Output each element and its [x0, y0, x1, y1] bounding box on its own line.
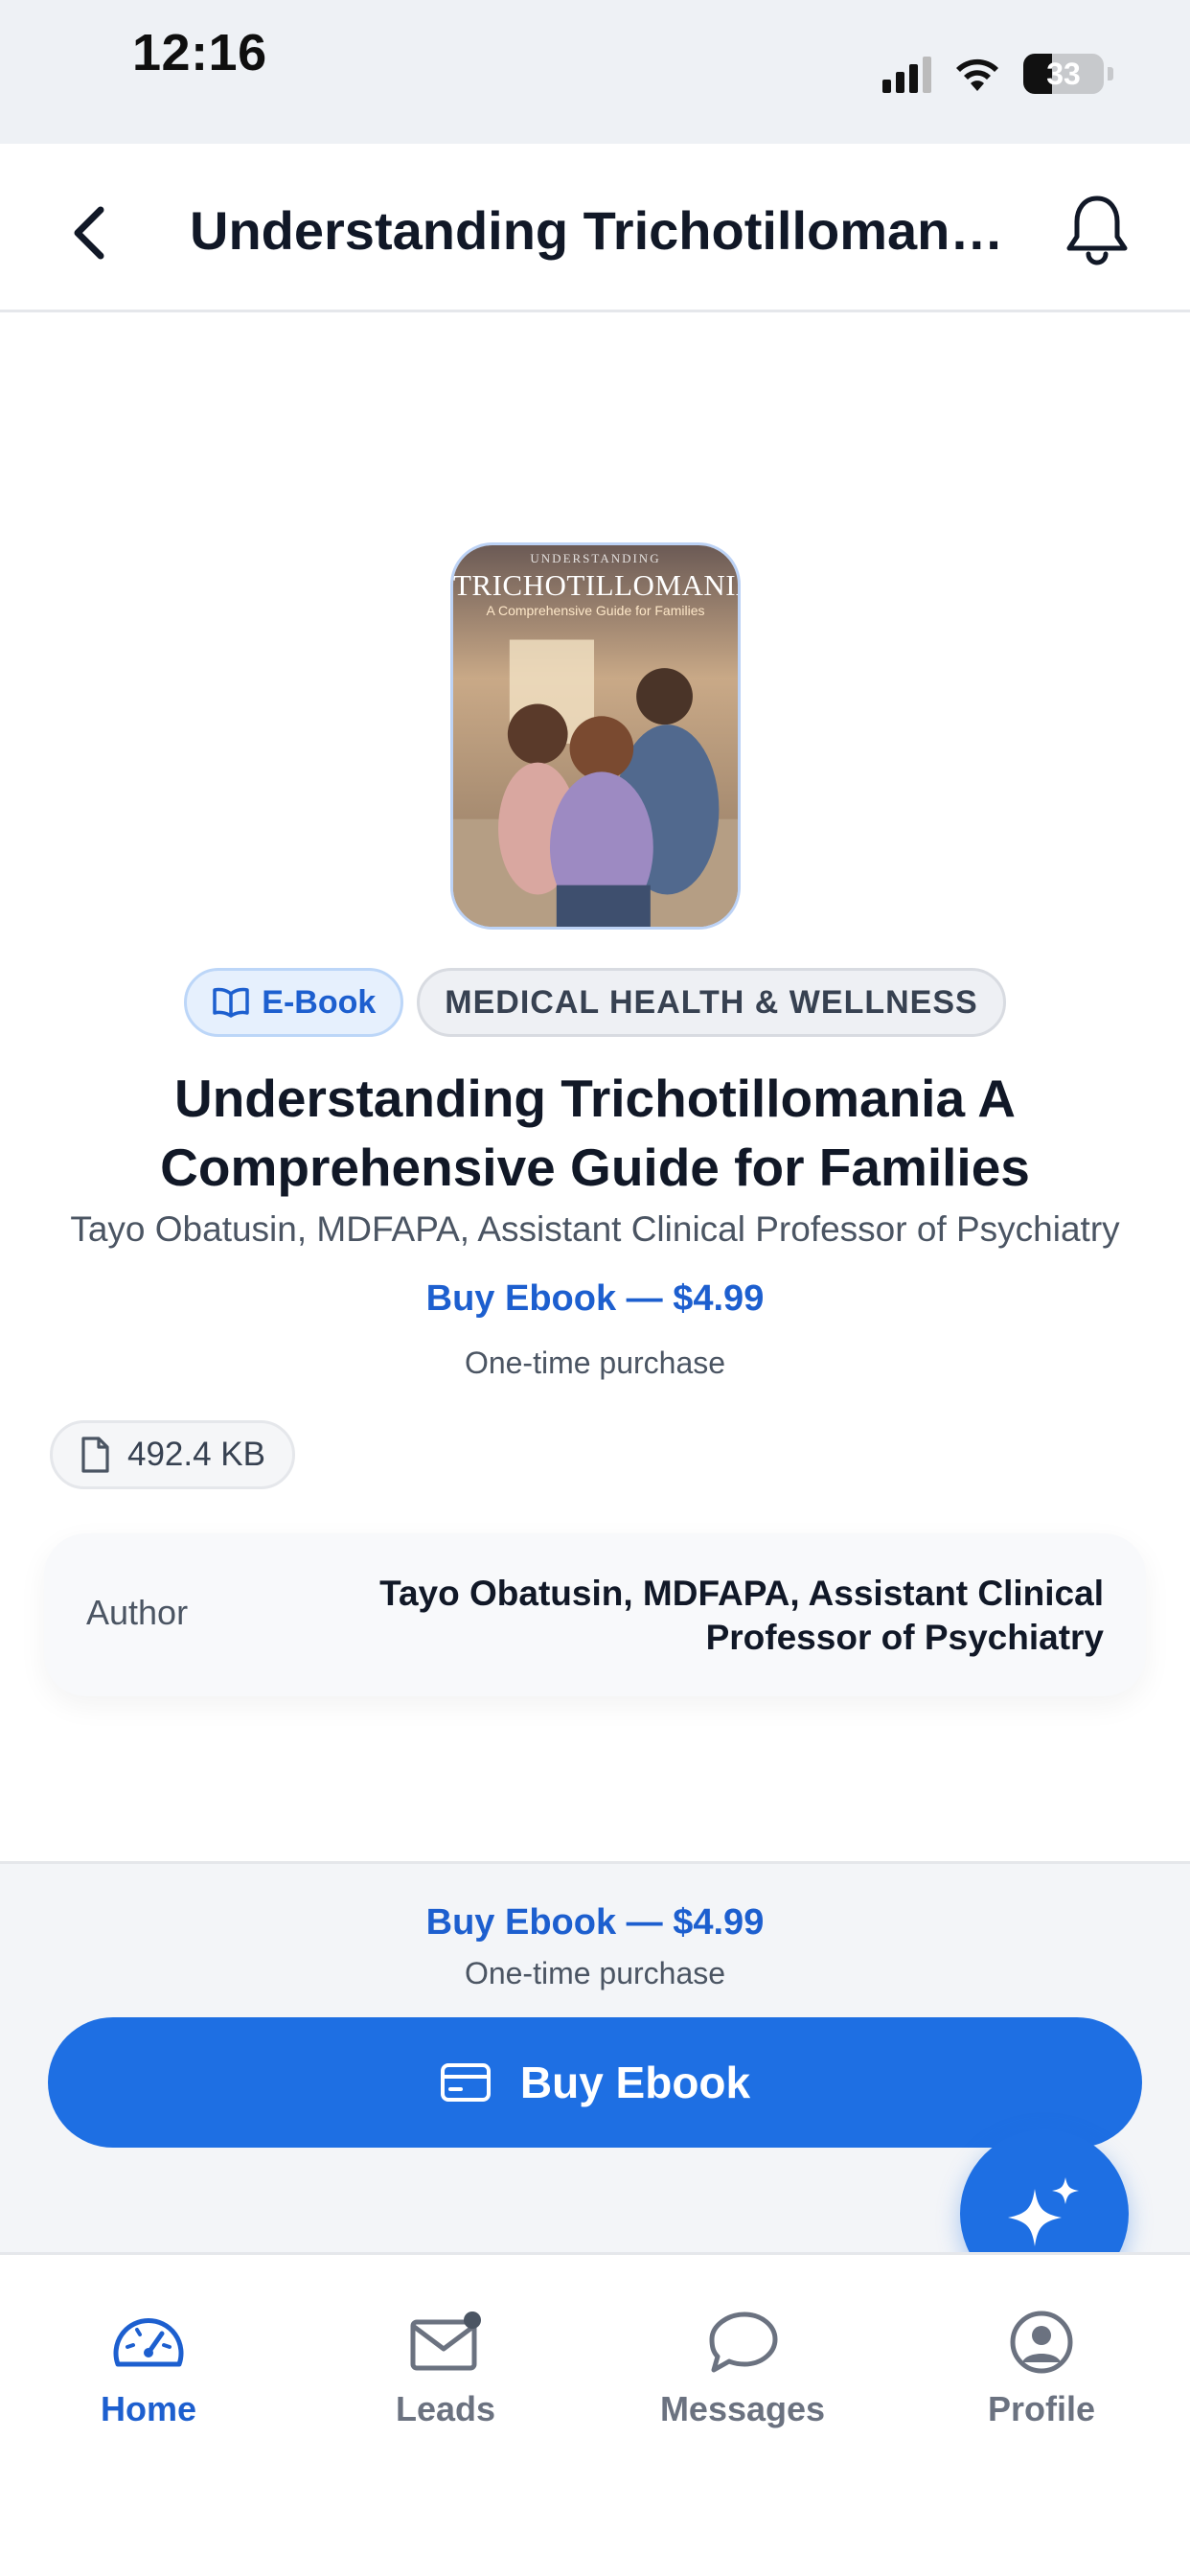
- panel-price-label: Buy Ebook — $4.99: [425, 1902, 765, 1943]
- mail-icon: [410, 2312, 481, 2371]
- format-chip: E-Book: [184, 968, 404, 1037]
- tag-chips: E-Book MEDICAL HEALTH & WELLNESS: [0, 968, 1190, 1037]
- tab-profile[interactable]: Profile: [922, 2309, 1161, 2429]
- book-open-icon: [213, 987, 250, 1018]
- user-circle-icon: [1010, 2311, 1073, 2374]
- battery-level: 33: [1046, 56, 1081, 91]
- tab-profile-label: Profile: [987, 2389, 1096, 2428]
- category-chip-label: MEDICAL HEALTH & WELLNESS: [445, 983, 978, 1021]
- format-chip-label: E-Book: [262, 983, 377, 1021]
- tab-home[interactable]: Home: [29, 2309, 268, 2429]
- tab-leads[interactable]: Leads: [326, 2309, 565, 2429]
- chevron-left-icon: [74, 206, 104, 260]
- page-title: Understanding Trichotillomania A Compreh…: [190, 200, 1014, 261]
- status-icons: 33: [882, 54, 1113, 94]
- bottom-tab-bar: Home Leads Messages Profile: [0, 2252, 1190, 2576]
- tab-messages-label: Messages: [659, 2389, 826, 2428]
- cellular-signal-icon: [882, 55, 931, 93]
- details-card: Author Tayo Obatusin, MDFAPA, Assistant …: [44, 1533, 1146, 1696]
- file-size-chip: 492.4 KB: [50, 1420, 295, 1489]
- tab-home-label: Home: [100, 2389, 197, 2428]
- app-header: Understanding Trichotillomania A Compreh…: [0, 144, 1190, 312]
- file-icon: [81, 1437, 109, 1473]
- category-chip: MEDICAL HEALTH & WELLNESS: [417, 968, 1006, 1037]
- price-note: One-time purchase: [464, 1346, 726, 1380]
- tab-messages[interactable]: Messages: [623, 2309, 862, 2429]
- cover-subtitle: A Comprehensive Guide for Families: [486, 603, 705, 618]
- cover-title: TRICHOTILLOMANIA: [453, 568, 741, 602]
- bell-icon: [1066, 196, 1128, 265]
- notifications-button[interactable]: [1054, 186, 1140, 272]
- price-label: Buy Ebook — $4.99: [425, 1278, 765, 1319]
- battery-icon: 33: [1023, 54, 1104, 94]
- file-size: 492.4 KB: [127, 1436, 265, 1473]
- chat-bubble-icon: [709, 2312, 778, 2373]
- buy-ebook-button[interactable]: Buy Ebook: [48, 2017, 1142, 2148]
- book-cover-image: UNDERSTANDING TRICHOTILLOMANIA A Compreh…: [450, 542, 741, 930]
- sparkles-icon: [1008, 2177, 1079, 2246]
- buy-ebook-button-label: Buy Ebook: [519, 2058, 751, 2107]
- panel-price-note: One-time purchase: [464, 1956, 726, 1990]
- cover-overline: UNDERSTANDING: [530, 551, 661, 565]
- credit-card-icon: [440, 2063, 491, 2102]
- author-value: Tayo Obatusin, MDFAPA, Assistant Clinica…: [379, 1574, 1104, 1657]
- status-bar: 12:16 33: [0, 0, 1190, 144]
- author-label: Author: [86, 1593, 189, 1632]
- tab-leads-label: Leads: [395, 2389, 496, 2428]
- status-time: 12:16: [132, 24, 267, 81]
- wifi-icon: [956, 58, 998, 91]
- book-author: Tayo Obatusin, MDFAPA, Assistant Clinica…: [70, 1209, 1120, 1249]
- back-button[interactable]: [56, 199, 123, 266]
- book-title: Understanding Trichotillomania A Compreh…: [160, 1069, 1030, 1197]
- gauge-icon: [113, 2318, 184, 2367]
